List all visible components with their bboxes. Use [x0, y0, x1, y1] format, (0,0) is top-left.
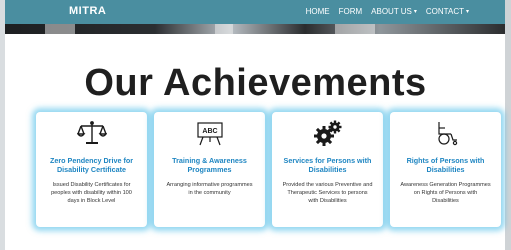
hero-image-strip [5, 24, 505, 34]
chevron-down-icon: ▾ [413, 8, 417, 15]
window-frame-left [0, 0, 5, 250]
nav-form-label: FORM [338, 7, 363, 16]
nav-home-link[interactable]: HOME [306, 7, 330, 16]
card-description: Provided the various Preventive and Ther… [282, 182, 373, 204]
card-title: Rights of Persons with Disabilities [406, 156, 485, 174]
scales-of-justice-icon [76, 120, 107, 146]
nav-home-label: HOME [305, 7, 330, 16]
nav-contact-label: CONTACT [425, 7, 464, 16]
card-title: Zero Pendency Drive for Disability Certi… [49, 156, 134, 174]
chevron-down-icon: ▾ [465, 8, 469, 15]
window-frame-right [505, 0, 511, 250]
section-heading: Our Achievements [84, 62, 427, 104]
nav-contact-dropdown[interactable]: CONTACT ▾ [426, 7, 469, 16]
card-title: Training & Awareness Programmes [172, 156, 247, 174]
top-navbar: MITRA HOME FORM ABOUT US ▾ CONTACT ▾ [5, 0, 505, 24]
achievement-card[interactable]: Services for Persons with Disabilities P… [272, 112, 383, 227]
nav-about-us-dropdown[interactable]: ABOUT US ▾ [371, 7, 417, 16]
svg-text:ABC: ABC [202, 128, 217, 135]
card-description: Awareness Generation Programmes on Right… [400, 182, 491, 204]
brand-logo-text[interactable]: MITRA [69, 5, 106, 17]
nav-about-us-label: ABOUT US [371, 7, 412, 16]
achievement-card[interactable]: Rights of Persons with Disabilities Awar… [390, 112, 501, 227]
achievement-card[interactable]: Zero Pendency Drive for Disability Certi… [36, 112, 147, 227]
card-title: Services for Persons with Disabilities [283, 156, 372, 174]
nav-links: HOME FORM ABOUT US ▾ CONTACT ▾ [306, 7, 469, 16]
card-description: Arranging informative programmes in the … [166, 182, 253, 196]
nav-form-link[interactable]: FORM [339, 7, 363, 16]
achievement-card[interactable]: ABC Training & Awareness Programmes Arra… [154, 112, 265, 227]
wheelchair-icon [431, 120, 461, 146]
abc-board-icon: ABC [195, 120, 225, 146]
gears-icon [313, 120, 343, 146]
card-description: Issued Disability Certificates for peopl… [51, 182, 132, 204]
